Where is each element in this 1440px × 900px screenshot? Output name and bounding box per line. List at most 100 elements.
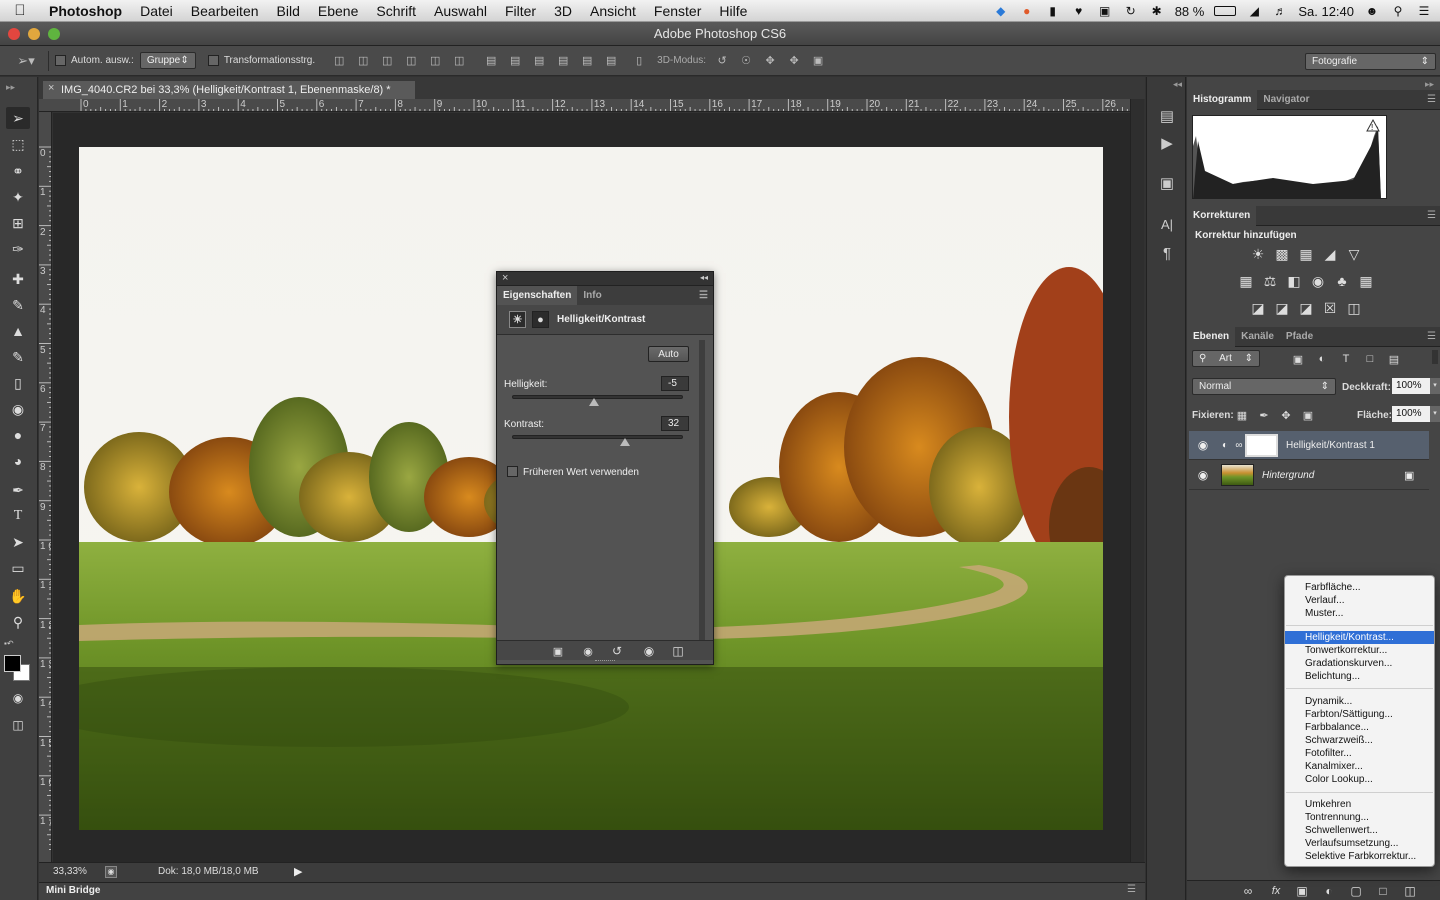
- distribute-bottom-icon[interactable]: ▤: [531, 53, 547, 69]
- default-colors-icon[interactable]: ▪↶: [4, 639, 14, 648]
- transform-controls-checkbox[interactable]: [207, 55, 219, 66]
- lasso-tool-icon[interactable]: ⚭: [6, 160, 30, 182]
- distribute-top-icon[interactable]: ▤: [483, 53, 499, 69]
- channel-mixer-icon[interactable]: ♣: [1333, 273, 1351, 289]
- tool-presets-icon[interactable]: ▣: [1158, 174, 1176, 192]
- menu-datei[interactable]: Datei: [131, 3, 182, 19]
- status-menu-arrow-icon[interactable]: ▶: [294, 865, 302, 878]
- filter-pixel-icon[interactable]: ▣: [1289, 351, 1307, 367]
- eraser-tool-icon[interactable]: ▯: [6, 372, 30, 394]
- type-tool-icon[interactable]: T: [6, 505, 30, 527]
- crop-tool-icon[interactable]: ⊞: [6, 212, 30, 234]
- color-balance-icon[interactable]: ⚖: [1261, 273, 1279, 289]
- layer-style-fx-icon[interactable]: fx: [1267, 883, 1285, 899]
- curves-icon[interactable]: ▦: [1297, 246, 1315, 262]
- screen-mode-icon[interactable]: ◫: [6, 714, 30, 736]
- tab-paths[interactable]: Pfade: [1280, 327, 1319, 347]
- view-previous-state-icon[interactable]: ◉: [579, 643, 597, 659]
- auto-align-layers-icon[interactable]: ▯: [631, 53, 647, 69]
- lock-transparent-icon[interactable]: ▦: [1233, 407, 1251, 423]
- layer-row-brightness-contrast[interactable]: ◉ ◐ ∞ Helligkeit/Kontrast 1: [1189, 431, 1429, 460]
- menu-schrift[interactable]: Schrift: [367, 3, 425, 19]
- delete-layer-icon[interactable]: ◫: [1401, 883, 1419, 899]
- layer-mask-thumbnail[interactable]: [1245, 433, 1278, 457]
- actions-panel-icon[interactable]: ▶: [1158, 134, 1176, 152]
- contrast-value-field[interactable]: 32: [661, 416, 689, 431]
- auto-select-checkbox[interactable]: [55, 55, 66, 66]
- auto-button[interactable]: Auto: [648, 346, 689, 362]
- black-white-icon[interactable]: ◧: [1285, 273, 1303, 289]
- foreground-color-swatch[interactable]: [4, 655, 21, 672]
- align-hcenter-icon[interactable]: ◫: [427, 53, 443, 69]
- add-mask-icon[interactable]: ▣: [1293, 883, 1311, 899]
- user-icon[interactable]: ☻: [1364, 4, 1380, 18]
- lock-image-icon[interactable]: ✒: [1255, 407, 1273, 423]
- menu-item-helligkeit-kontrast[interactable]: Helligkeit/Kontrast...: [1285, 631, 1434, 644]
- menu-item-dynamik[interactable]: Dynamik...: [1285, 695, 1434, 708]
- status-info-icon[interactable]: ◉: [105, 866, 117, 878]
- tab-histogram[interactable]: Histogramm: [1187, 89, 1258, 110]
- paint-bucket-tool-icon[interactable]: ◉: [6, 398, 30, 420]
- tab-channels[interactable]: Kanäle: [1235, 327, 1280, 347]
- move-tool-icon[interactable]: ➢: [6, 107, 30, 129]
- brush-tool-icon[interactable]: ✎: [6, 294, 30, 316]
- battery-icon[interactable]: [1214, 6, 1237, 16]
- menu-bild[interactable]: Bild: [268, 3, 309, 19]
- bookmark-icon[interactable]: ▮: [1045, 4, 1061, 18]
- dodge-tool-icon[interactable]: ◕: [6, 450, 30, 472]
- character-panel-icon[interactable]: A|: [1158, 215, 1176, 233]
- zoom-window-button[interactable]: [48, 28, 60, 40]
- blur-tool-icon[interactable]: ●: [6, 424, 30, 446]
- histogram-panel-menu-icon[interactable]: ☰: [1427, 94, 1436, 105]
- menu-item-verlaufsumsetzung[interactable]: Verlaufsumsetzung...: [1285, 837, 1434, 850]
- 3d-rotate-icon[interactable]: ↺: [714, 53, 730, 69]
- distribute-vcenter-icon[interactable]: ▤: [507, 53, 523, 69]
- tab-corrections[interactable]: Korrekturen: [1187, 205, 1257, 226]
- delete-adjustment-icon[interactable]: ◫: [669, 643, 687, 659]
- menu-auswahl[interactable]: Auswahl: [425, 3, 496, 19]
- auto-select-dropdown[interactable]: Gruppe ⇕: [139, 52, 196, 69]
- close-panel-icon[interactable]: ×: [502, 272, 508, 284]
- tab-info[interactable]: Info: [577, 286, 607, 305]
- battery-percent[interactable]: 88 %: [1175, 4, 1205, 19]
- selective-color-icon[interactable]: ☒: [1321, 300, 1339, 316]
- new-layer-icon[interactable]: □: [1374, 883, 1392, 899]
- menu-item-fotofilter[interactable]: Fotofilter...: [1285, 747, 1434, 760]
- align-right-icon[interactable]: ◫: [451, 53, 467, 69]
- resize-grip-icon[interactable]: [595, 660, 615, 662]
- menu-item-gradationskurven[interactable]: Gradationskurven...: [1285, 657, 1434, 670]
- filter-smart-object-icon[interactable]: ▤: [1385, 351, 1403, 367]
- menu-item-tonwertkorrektur[interactable]: Tonwertkorrektur...: [1285, 644, 1434, 657]
- paragraph-panel-icon[interactable]: ¶: [1158, 244, 1176, 262]
- distribute-left-icon[interactable]: ▤: [555, 53, 571, 69]
- exposure-icon[interactable]: ◢: [1321, 246, 1339, 262]
- mini-bridge-menu-icon[interactable]: ☰: [1127, 884, 1136, 895]
- filter-adjustment-icon[interactable]: ◐: [1313, 351, 1331, 367]
- move-tool-preset-icon[interactable]: ➢▾: [17, 53, 34, 69]
- vibrance-icon[interactable]: ▽: [1345, 246, 1363, 262]
- align-left-icon[interactable]: ◫: [403, 53, 419, 69]
- tab-eigenschaften[interactable]: Eigenschaften: [497, 286, 578, 305]
- healing-brush-tool-icon[interactable]: ✚: [6, 268, 30, 290]
- horizontal-ruler[interactable]: 0 1 2 3 4 5 6 7 8 9 10 11 12 13 14 15 16 17 18 19 20 21 22 23 24…: [39, 99, 1130, 112]
- contrast-slider-track[interactable]: [512, 435, 683, 439]
- levels-icon[interactable]: ▩: [1273, 246, 1291, 262]
- align-bottom-icon[interactable]: ◫: [379, 53, 395, 69]
- 3d-drag-icon[interactable]: ✥: [762, 53, 778, 69]
- reset-adjustment-icon[interactable]: ↺: [608, 643, 626, 659]
- zoom-level[interactable]: 33,33%: [53, 866, 87, 877]
- notification-list-icon[interactable]: ☰: [1416, 4, 1432, 18]
- background-layer-thumbnail[interactable]: [1221, 464, 1254, 486]
- filter-shape-icon[interactable]: □: [1361, 351, 1379, 367]
- 3d-scale-icon[interactable]: ▣: [810, 53, 826, 69]
- menu-item-belichtung[interactable]: Belichtung...: [1285, 670, 1434, 683]
- properties-menu-icon[interactable]: ☰: [699, 290, 708, 301]
- path-selection-tool-icon[interactable]: ➤: [6, 531, 30, 553]
- distribute-hcenter-icon[interactable]: ▤: [579, 53, 595, 69]
- link-layers-icon[interactable]: ∞: [1239, 883, 1257, 899]
- fill-field[interactable]: 100%: [1392, 406, 1430, 422]
- layer-visibility-eye-icon[interactable]: ◉: [1189, 468, 1217, 482]
- menu-item-farbflaeche[interactable]: Farbfläche...: [1285, 581, 1434, 594]
- mini-bridge-bar[interactable]: Mini Bridge ☰: [39, 882, 1145, 900]
- history-brush-tool-icon[interactable]: ✎: [6, 346, 30, 368]
